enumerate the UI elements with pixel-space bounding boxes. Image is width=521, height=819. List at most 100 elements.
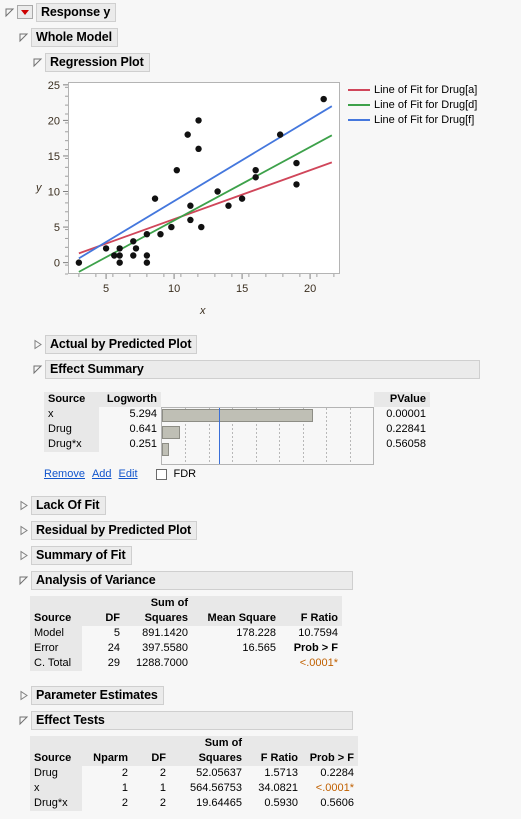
- disclosure-closed-icon[interactable]: [18, 550, 29, 561]
- col-sum-of-squares-top: Sum of: [124, 596, 192, 611]
- outline-summary-of-fit[interactable]: Summary of Fit: [18, 545, 132, 565]
- outline-effect-summary[interactable]: Effect Summary: [32, 359, 480, 379]
- table-header-row: Source Logworth: [44, 392, 161, 407]
- svg-text:5: 5: [54, 222, 60, 234]
- effect-summary-pvalue-table: PValue 0.00001 0.22841 0.56058: [374, 392, 430, 452]
- table-row: 0.00001: [374, 407, 430, 422]
- effect-source[interactable]: Drug*x: [44, 437, 99, 452]
- col-df[interactable]: DF: [82, 611, 124, 626]
- disclosure-closed-icon[interactable]: [18, 690, 29, 701]
- outline-regression-plot[interactable]: Regression Plot: [32, 52, 150, 72]
- effect-logworth: 0.641: [99, 422, 161, 437]
- table-row[interactable]: Drug 0.641: [44, 422, 161, 437]
- col-sum-of-squares[interactable]: Squares: [170, 751, 246, 766]
- col-mean-square[interactable]: Mean Square: [192, 611, 280, 626]
- et-nparm: 1: [82, 781, 132, 796]
- edit-link[interactable]: Edit: [119, 468, 138, 480]
- et-ss: 564.56753: [170, 781, 246, 796]
- col-source[interactable]: Source: [30, 611, 82, 626]
- anova-source: Model: [30, 626, 82, 641]
- regression-plot[interactable]: 0 5 10 15 20 25 5 10 15 20 y x Line of Fit for Dr…: [0, 72, 521, 327]
- disclosure-open-icon[interactable]: [32, 364, 43, 375]
- effect-source[interactable]: x: [44, 407, 99, 422]
- response-y-title: Response y: [36, 2, 117, 22]
- col-pvalue[interactable]: PValue: [374, 392, 430, 407]
- et-ss: 52.05637: [170, 766, 246, 781]
- anova-ms: 178.228: [192, 626, 280, 641]
- col-df[interactable]: DF: [132, 751, 170, 766]
- svg-text:15: 15: [236, 283, 248, 295]
- effect-pvalue: 0.00001: [374, 407, 430, 422]
- red-triangle-menu-button[interactable]: [17, 5, 33, 19]
- col-sum-of-squares[interactable]: Squares: [124, 611, 192, 626]
- table-header-row: Sum of: [30, 736, 358, 751]
- legend-line-1: [348, 104, 370, 106]
- legend-label-1[interactable]: Line of Fit for Drug[d]: [374, 99, 477, 111]
- table-row[interactable]: Drug*x 0.251: [44, 437, 161, 452]
- effect-logworth: 5.294: [99, 407, 161, 422]
- table-row[interactable]: Error 24 397.5580 16.565 Prob > F: [30, 641, 342, 656]
- col-f-ratio[interactable]: F Ratio: [246, 751, 302, 766]
- bar-gridline: [326, 408, 327, 464]
- table-row[interactable]: x 5.294: [44, 407, 161, 422]
- table-row[interactable]: Drug 2 2 52.05637 1.5713 0.2284: [30, 766, 358, 781]
- et-df: 1: [132, 781, 170, 796]
- disclosure-closed-icon[interactable]: [18, 500, 29, 511]
- outline-residual-by-predicted-plot[interactable]: Residual by Predicted Plot: [18, 520, 198, 540]
- outline-effect-tests[interactable]: Effect Tests: [18, 710, 353, 730]
- add-link[interactable]: Add: [92, 468, 112, 480]
- table-row[interactable]: Drug*x 2 2 19.64465 0.5930 0.5606: [30, 796, 358, 811]
- et-prob: <.0001*: [302, 781, 358, 796]
- et-nparm: 2: [82, 796, 132, 811]
- anova-ss: 397.5580: [124, 641, 192, 656]
- et-f: 0.5930: [246, 796, 302, 811]
- table-row[interactable]: Model 5 891.1420 178.228 10.7594: [30, 626, 342, 641]
- disclosure-open-icon[interactable]: [18, 32, 29, 43]
- anova-df: 29: [82, 656, 124, 671]
- outline-parameter-estimates[interactable]: Parameter Estimates: [18, 685, 164, 705]
- table-row: 0.22841: [374, 422, 430, 437]
- col-source[interactable]: Source: [30, 751, 82, 766]
- disclosure-closed-icon[interactable]: [18, 525, 29, 536]
- et-prob: 0.5606: [302, 796, 358, 811]
- disclosure-open-icon[interactable]: [18, 715, 29, 726]
- table-row[interactable]: x 1 1 564.56753 34.0821 <.0001*: [30, 781, 358, 796]
- effect-source[interactable]: Drug: [44, 422, 99, 437]
- disclosure-open-icon[interactable]: [32, 57, 43, 68]
- effect-logworth: 0.251: [99, 437, 161, 452]
- effect-bar: [162, 409, 313, 422]
- effect-tests-title: Effect Tests: [31, 710, 353, 730]
- svg-text:20: 20: [304, 283, 316, 295]
- table-header-row: Sum of: [30, 596, 342, 611]
- et-df: 2: [132, 796, 170, 811]
- col-nparm[interactable]: Nparm: [82, 751, 132, 766]
- outline-whole-model[interactable]: Whole Model: [18, 27, 118, 47]
- anova-df: 24: [82, 641, 124, 656]
- fdr-checkbox[interactable]: [155, 468, 167, 480]
- outline-actual-by-predicted-plot[interactable]: Actual by Predicted Plot: [32, 334, 198, 354]
- anova-ss: 1288.7000: [124, 656, 192, 671]
- et-f: 34.0821: [246, 781, 302, 796]
- col-logworth[interactable]: Logworth: [99, 392, 161, 407]
- red-triangle-icon: [21, 9, 29, 15]
- effect-pvalue: 0.22841: [374, 422, 430, 437]
- anova-source: C. Total: [30, 656, 82, 671]
- disclosure-closed-icon[interactable]: [32, 339, 43, 350]
- et-nparm: 2: [82, 766, 132, 781]
- legend-label-2[interactable]: Line of Fit for Drug[f]: [374, 114, 474, 126]
- remove-link[interactable]: Remove: [44, 468, 85, 480]
- disclosure-open-icon[interactable]: [18, 575, 29, 586]
- et-ss: 19.64465: [170, 796, 246, 811]
- legend-label-0[interactable]: Line of Fit for Drug[a]: [374, 84, 477, 96]
- table-header-row: Source Nparm DF Squares F Ratio Prob > F: [30, 751, 358, 766]
- anova-ms: [192, 656, 280, 671]
- col-prob-f[interactable]: Prob > F: [302, 751, 358, 766]
- outline-analysis-of-variance[interactable]: Analysis of Variance: [18, 570, 353, 590]
- col-f-ratio[interactable]: F Ratio: [280, 611, 342, 626]
- outline-lack-of-fit[interactable]: Lack Of Fit: [18, 495, 106, 515]
- table-row[interactable]: C. Total 29 1288.7000 <.0001*: [30, 656, 342, 671]
- col-source[interactable]: Source: [44, 392, 99, 407]
- effect-bar: [162, 426, 180, 439]
- disclosure-open-icon[interactable]: [4, 7, 15, 18]
- outline-response-y[interactable]: Response y: [4, 2, 117, 22]
